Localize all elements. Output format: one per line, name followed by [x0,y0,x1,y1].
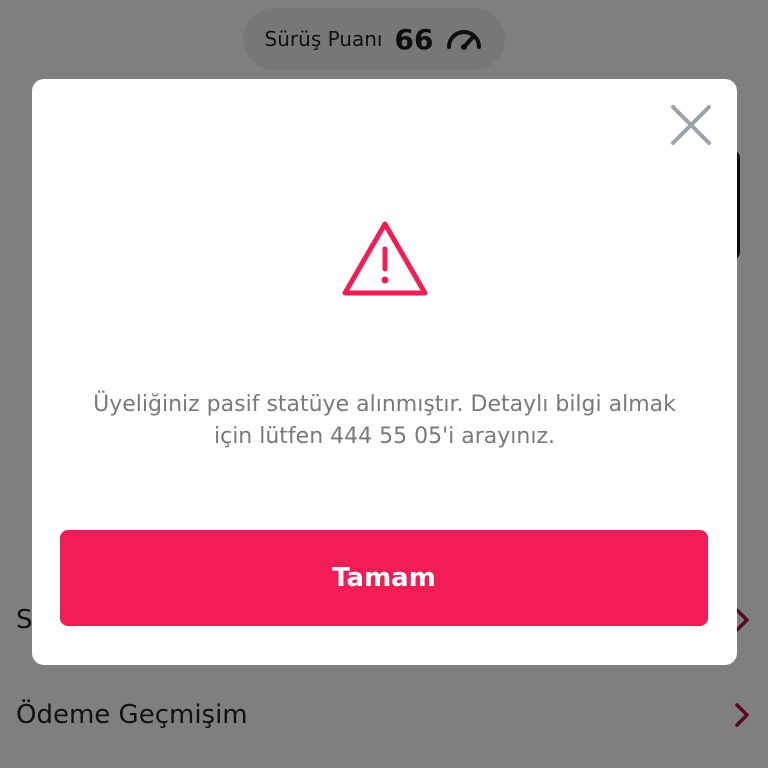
ok-button[interactable]: Tamam [60,530,708,626]
warning-icon [340,219,430,299]
app-screen: Sürüş Puanı 66 S Ödeme Geçmişim [0,0,768,768]
passive-membership-dialog: Üyeliğiniz pasif statüye alınmıştır. Det… [32,79,737,665]
close-icon [671,105,711,145]
dialog-message: Üyeliğiniz pasif statüye alınmıştır. Det… [93,392,676,449]
close-button[interactable] [667,101,715,149]
